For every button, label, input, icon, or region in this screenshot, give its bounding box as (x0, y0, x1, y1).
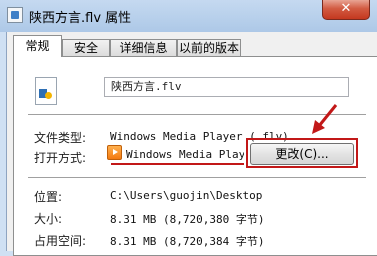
flv-file-icon (35, 77, 57, 105)
general-panel: 陕西方言.flv 文件类型: Windows Media Player (.fl… (13, 56, 377, 256)
divider (28, 177, 366, 179)
highlight-underline (111, 163, 244, 165)
tab-previous-versions[interactable]: 以前的版本 (177, 39, 241, 56)
file-type-label: 文件类型: (34, 131, 87, 145)
size-on-disk-label: 占用空间: (34, 234, 87, 248)
tab-general[interactable]: 常规 (13, 35, 62, 57)
size-value: 8.31 MB (8,720,380 字节) (110, 213, 265, 226)
tab-strip: 常规 安全 详细信息 以前的版本 (7, 32, 377, 57)
properties-dialog: 常规 安全 详细信息 以前的版本 陕西方言.flv 文件类型: Windows … (6, 32, 377, 256)
red-arrow-icon (312, 104, 338, 134)
close-icon: ✕ (340, 1, 352, 16)
change-button[interactable]: 更改(C)... (250, 143, 354, 165)
opens-with-value: Windows Media Player (126, 148, 244, 161)
location-value: C:\Users\guojin\Desktop (110, 189, 263, 202)
title-bar: 陕西方言.flv 属性 ✕ (0, 0, 377, 32)
size-on-disk-value: 8.31 MB (8,720,384 字节) (110, 235, 265, 248)
close-button[interactable]: ✕ (322, 0, 370, 20)
filename-field[interactable]: 陕西方言.flv (104, 77, 349, 97)
tab-security[interactable]: 安全 (62, 39, 110, 56)
opens-with-label: 打开方式: (34, 151, 87, 165)
tab-details[interactable]: 详细信息 (110, 39, 177, 56)
window-title: 陕西方言.flv 属性 (29, 11, 132, 26)
media-player-icon (107, 145, 122, 160)
location-label: 位置: (34, 190, 63, 204)
size-label: 大小: (34, 212, 63, 226)
video-file-icon (7, 7, 23, 23)
